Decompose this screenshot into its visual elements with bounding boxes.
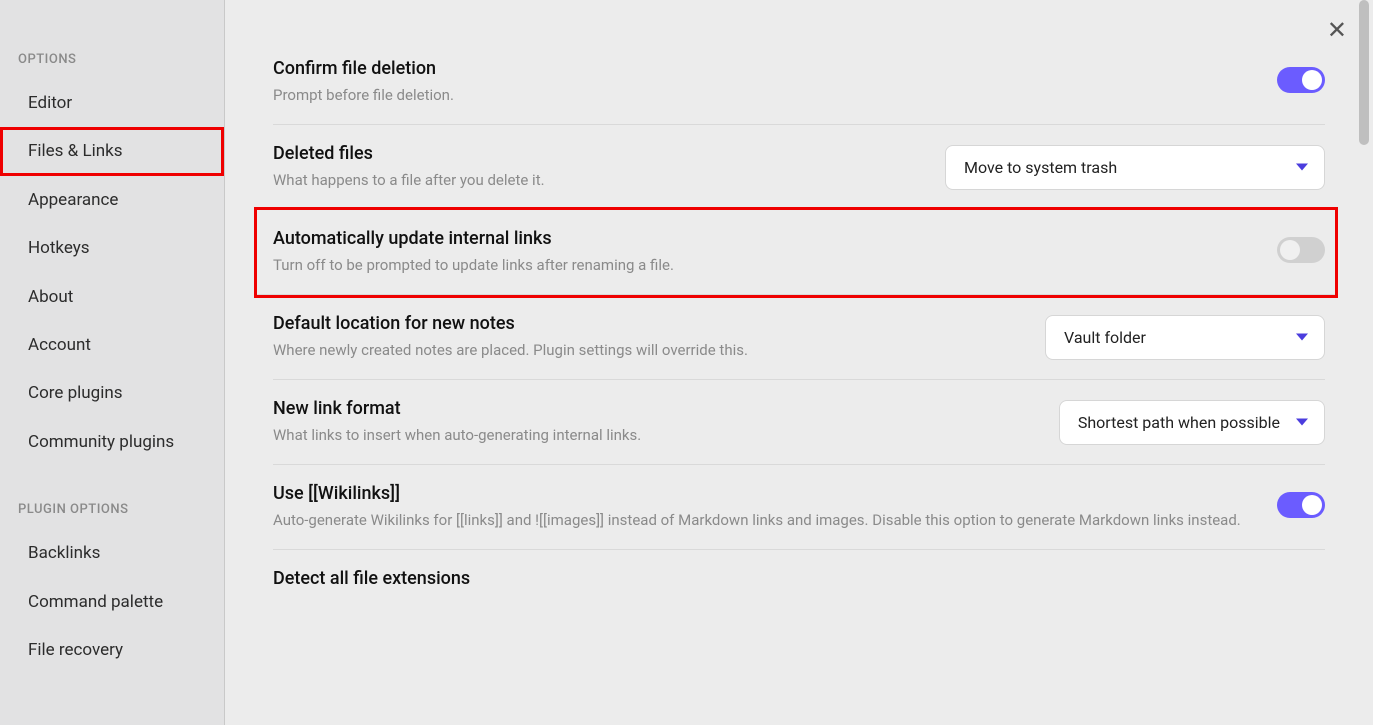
sidebar-item-core-plugins[interactable]: Core plugins bbox=[0, 369, 224, 417]
toggle-knob bbox=[1302, 495, 1322, 515]
dropdown-value: Vault folder bbox=[1064, 328, 1146, 347]
setting-desc: What happens to a file after you delete … bbox=[273, 170, 921, 191]
setting-control bbox=[1277, 67, 1325, 97]
setting-desc: Where newly created notes are placed. Pl… bbox=[273, 340, 1021, 361]
setting-info: New link format What links to insert whe… bbox=[273, 398, 1035, 446]
setting-title: Default location for new notes bbox=[273, 313, 1021, 334]
chevron-down-icon bbox=[1296, 419, 1308, 426]
dropdown-default-location[interactable]: Vault folder bbox=[1045, 315, 1325, 360]
chevron-down-icon bbox=[1296, 164, 1308, 171]
highlighted-setting: Automatically update internal links Turn… bbox=[257, 210, 1335, 295]
setting-confirm-delete: Confirm file deletion Prompt before file… bbox=[273, 40, 1325, 125]
setting-detect-extensions: Detect all file extensions bbox=[273, 550, 1325, 613]
setting-title: New link format bbox=[273, 398, 1035, 419]
toggle-auto-update-links[interactable] bbox=[1277, 237, 1325, 263]
setting-desc: What links to insert when auto-generatin… bbox=[273, 425, 1035, 446]
setting-title: Use [[Wikilinks]] bbox=[273, 483, 1253, 504]
setting-desc: Auto-generate Wikilinks for [[links]] an… bbox=[273, 510, 1253, 531]
close-icon: ✕ bbox=[1327, 16, 1347, 44]
setting-info: Deleted files What happens to a file aft… bbox=[273, 143, 921, 191]
sidebar-section-plugin-options: PLUGIN OPTIONS bbox=[0, 490, 224, 529]
setting-info: Detect all file extensions bbox=[273, 568, 1325, 595]
sidebar-item-file-recovery[interactable]: File recovery bbox=[0, 626, 224, 674]
sidebar-item-hotkeys[interactable]: Hotkeys bbox=[0, 224, 224, 272]
setting-control bbox=[1277, 237, 1325, 267]
sidebar-item-command-palette[interactable]: Command palette bbox=[0, 578, 224, 626]
sidebar-item-account[interactable]: Account bbox=[0, 321, 224, 369]
setting-info: Automatically update internal links Turn… bbox=[273, 228, 1253, 276]
sidebar-item-files-links[interactable]: Files & Links bbox=[0, 127, 224, 175]
setting-new-link-format: New link format What links to insert whe… bbox=[273, 380, 1325, 465]
setting-title: Automatically update internal links bbox=[273, 228, 1253, 249]
setting-control: Move to system trash bbox=[945, 145, 1325, 190]
setting-desc: Turn off to be prompted to update links … bbox=[273, 255, 1253, 276]
dropdown-deleted-files[interactable]: Move to system trash bbox=[945, 145, 1325, 190]
setting-wikilinks: Use [[Wikilinks]] Auto-generate Wikilink… bbox=[273, 465, 1325, 550]
sidebar-item-backlinks[interactable]: Backlinks bbox=[0, 529, 224, 577]
setting-title: Detect all file extensions bbox=[273, 568, 1325, 589]
setting-desc: Prompt before file deletion. bbox=[273, 85, 1253, 106]
settings-content: ✕ Confirm file deletion Prompt before fi… bbox=[225, 0, 1373, 725]
sidebar-item-about[interactable]: About bbox=[0, 273, 224, 321]
dropdown-value: Move to system trash bbox=[964, 158, 1117, 177]
chevron-down-icon bbox=[1296, 334, 1308, 341]
setting-default-location: Default location for new notes Where new… bbox=[273, 295, 1325, 380]
setting-info: Use [[Wikilinks]] Auto-generate Wikilink… bbox=[273, 483, 1253, 531]
dropdown-value: Shortest path when possible bbox=[1078, 413, 1280, 432]
sidebar: OPTIONS Editor Files & Links Appearance … bbox=[0, 0, 225, 725]
sidebar-item-community-plugins[interactable]: Community plugins bbox=[0, 418, 224, 466]
setting-control: Vault folder bbox=[1045, 315, 1325, 360]
sidebar-item-appearance[interactable]: Appearance bbox=[0, 176, 224, 224]
dropdown-new-link-format[interactable]: Shortest path when possible bbox=[1059, 400, 1325, 445]
setting-info: Confirm file deletion Prompt before file… bbox=[273, 58, 1253, 106]
setting-info: Default location for new notes Where new… bbox=[273, 313, 1021, 361]
setting-auto-update-links: Automatically update internal links Turn… bbox=[273, 210, 1325, 294]
setting-control bbox=[1277, 492, 1325, 522]
sidebar-item-editor[interactable]: Editor bbox=[0, 79, 224, 127]
setting-deleted-files: Deleted files What happens to a file aft… bbox=[273, 125, 1325, 210]
setting-title: Deleted files bbox=[273, 143, 921, 164]
toggle-wikilinks[interactable] bbox=[1277, 492, 1325, 518]
toggle-knob bbox=[1302, 70, 1322, 90]
setting-control: Shortest path when possible bbox=[1059, 400, 1325, 445]
toggle-knob bbox=[1280, 240, 1300, 260]
sidebar-section-options: OPTIONS bbox=[0, 40, 224, 79]
setting-title: Confirm file deletion bbox=[273, 58, 1253, 79]
toggle-confirm-delete[interactable] bbox=[1277, 67, 1325, 93]
scrollbar-thumb[interactable] bbox=[1359, 0, 1369, 145]
settings-window: OPTIONS Editor Files & Links Appearance … bbox=[0, 0, 1373, 725]
close-button[interactable]: ✕ bbox=[1327, 18, 1347, 42]
